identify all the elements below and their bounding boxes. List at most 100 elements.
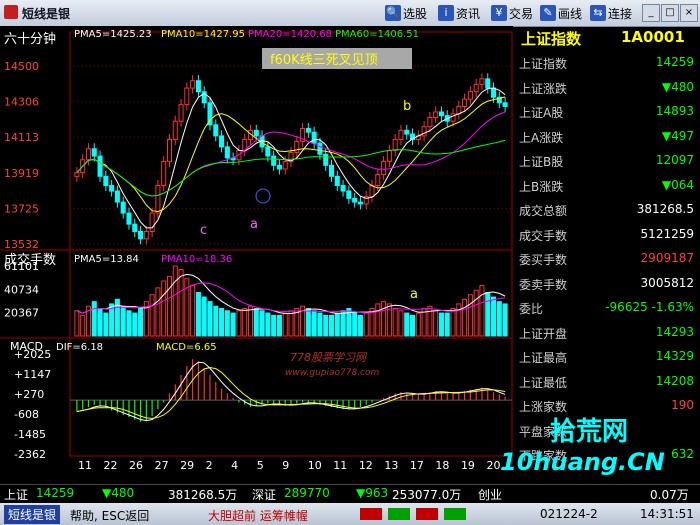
app-tag[interactable]: 短线是银 xyxy=(4,505,61,524)
panel-row: 上证指数 14259 xyxy=(513,52,700,74)
volume-bar xyxy=(357,314,363,337)
candle-body xyxy=(386,150,392,163)
candle-body xyxy=(149,212,155,232)
candle-body xyxy=(311,131,317,144)
candle-body xyxy=(172,120,178,141)
volume-bar xyxy=(433,310,439,337)
signal-lights xyxy=(360,508,470,520)
panel-row-label: 上证最高 xyxy=(519,351,568,365)
candle-body xyxy=(357,201,363,205)
panel-row-value: 14329 xyxy=(655,349,694,363)
volume-bar xyxy=(282,312,288,337)
volume-bar xyxy=(236,310,242,337)
x-tick-label: 29 xyxy=(180,459,194,472)
panel-row-value: 14259 xyxy=(655,55,694,69)
volume-tick-label: 40734 xyxy=(4,283,39,296)
toolbar-label: 交易 xyxy=(509,6,534,21)
panel-row-value: ▼480 xyxy=(661,79,694,94)
price-tick-label: 14500 xyxy=(4,60,39,73)
news-icon: i xyxy=(438,5,454,21)
volume-bar xyxy=(120,305,126,337)
volume-bar xyxy=(190,285,196,337)
volume-bar xyxy=(352,312,358,337)
volume-bar xyxy=(247,305,254,337)
legend-entry: PMA5=1425.23 xyxy=(74,29,152,40)
toolbar-draw-button[interactable]: ✎ 画线 xyxy=(540,3,582,23)
candle-body xyxy=(224,146,230,159)
panel-row-value: 3005812 xyxy=(640,275,694,290)
candle-body xyxy=(438,111,444,117)
panel-row-label: 上证开盘 xyxy=(519,326,568,341)
candle-body xyxy=(317,142,323,155)
candle-body xyxy=(85,148,91,161)
x-tick-label: 17 xyxy=(410,459,424,472)
candle-body xyxy=(253,129,259,137)
candle-body xyxy=(282,161,288,170)
candle-body xyxy=(120,201,126,214)
minimize-button[interactable]: _ xyxy=(642,4,660,22)
macd-tick-label: -608 xyxy=(14,408,39,421)
volume-bar xyxy=(207,301,213,337)
volume-bar xyxy=(381,301,387,337)
candle-body xyxy=(467,91,473,100)
panel-row: 上B涨跌 ▼064 xyxy=(513,175,700,197)
annotation-b: b xyxy=(403,99,411,114)
status-value1: 14259 xyxy=(36,486,75,500)
legend-entry: PMA10=1427.95 xyxy=(161,29,245,40)
site-watermark: 拾荒网 10huang.CN xyxy=(500,417,665,476)
panel-row: 委买手数 2909187 xyxy=(513,248,700,270)
quote-panel: 上证指数 1A0001 上证指数 14259 上证涨跌 ▼480 上证A股 14893 上A… xyxy=(513,26,700,474)
toolbar-trade-button[interactable]: ¥ 交易 xyxy=(491,3,533,23)
maximize-button[interactable]: □ xyxy=(661,4,679,22)
volume-bar xyxy=(328,314,335,337)
panel-row-label: 成交总额 xyxy=(519,204,568,218)
panel-row-value: 381268.5 xyxy=(636,202,694,216)
kline-chart[interactable]: 六十分钟 PMA5=1425.23 PMA10=1427.95 PMA20=1420… xyxy=(0,26,513,484)
volume-bar xyxy=(456,303,462,337)
volume-bar xyxy=(242,308,248,337)
volume-bar xyxy=(392,308,398,337)
macd-tick-label: +270 xyxy=(14,388,44,401)
volume-bar xyxy=(496,301,502,337)
candle-body xyxy=(271,155,277,166)
toolbar-connect-button[interactable]: ⇆ 连接 xyxy=(590,3,632,23)
candle-body xyxy=(276,164,282,170)
panel-row-label: 上A涨跌 xyxy=(519,130,564,145)
volume-bar xyxy=(178,269,184,337)
toolbar-stock-select-button[interactable]: 🔍 选股 xyxy=(385,3,427,23)
connect-icon: ⇆ xyxy=(590,5,606,21)
candle-body xyxy=(166,139,173,163)
panel-row: 委比 -96625 -1.63% xyxy=(513,297,700,319)
candle-body xyxy=(178,104,184,122)
panel-row-label: 上证指数 xyxy=(519,57,568,71)
volume-bar xyxy=(265,312,271,337)
app-icon xyxy=(4,5,18,19)
toolbar-news-button[interactable]: i 资讯 xyxy=(438,3,480,23)
candle-body xyxy=(213,124,219,137)
legend-entry: PMA5=13.84 xyxy=(74,254,139,265)
candle-body xyxy=(369,185,375,198)
candle-body xyxy=(340,185,346,192)
volume-bar xyxy=(485,291,491,337)
close-button[interactable]: × xyxy=(680,4,698,22)
volume-bar xyxy=(166,275,173,337)
panel-row-label: 上证涨跌 xyxy=(519,81,568,96)
price-tick-label: 13532 xyxy=(4,238,39,251)
candle-body xyxy=(427,116,433,128)
search-icon: 🔍 xyxy=(385,5,401,21)
x-tick-label: 4 xyxy=(231,459,238,472)
volume-bar xyxy=(259,310,265,337)
volume-bar xyxy=(91,301,97,337)
panel-row-value: 2909187 xyxy=(640,251,694,265)
panel-row: 上证最高 14329 xyxy=(513,346,700,368)
volume-bar xyxy=(305,308,311,337)
volume-bar xyxy=(317,312,323,337)
x-tick-label: 18 xyxy=(435,459,449,472)
watermark-cn: 拾荒网 xyxy=(550,417,628,447)
x-tick-label: 22 xyxy=(104,459,118,472)
panel-code: 1A0001 xyxy=(621,28,685,46)
status-change2: ▼963 xyxy=(356,486,389,500)
candle-body xyxy=(502,102,508,107)
status-amount1: 381268.5万 xyxy=(168,488,238,502)
volume-bar xyxy=(172,265,178,337)
